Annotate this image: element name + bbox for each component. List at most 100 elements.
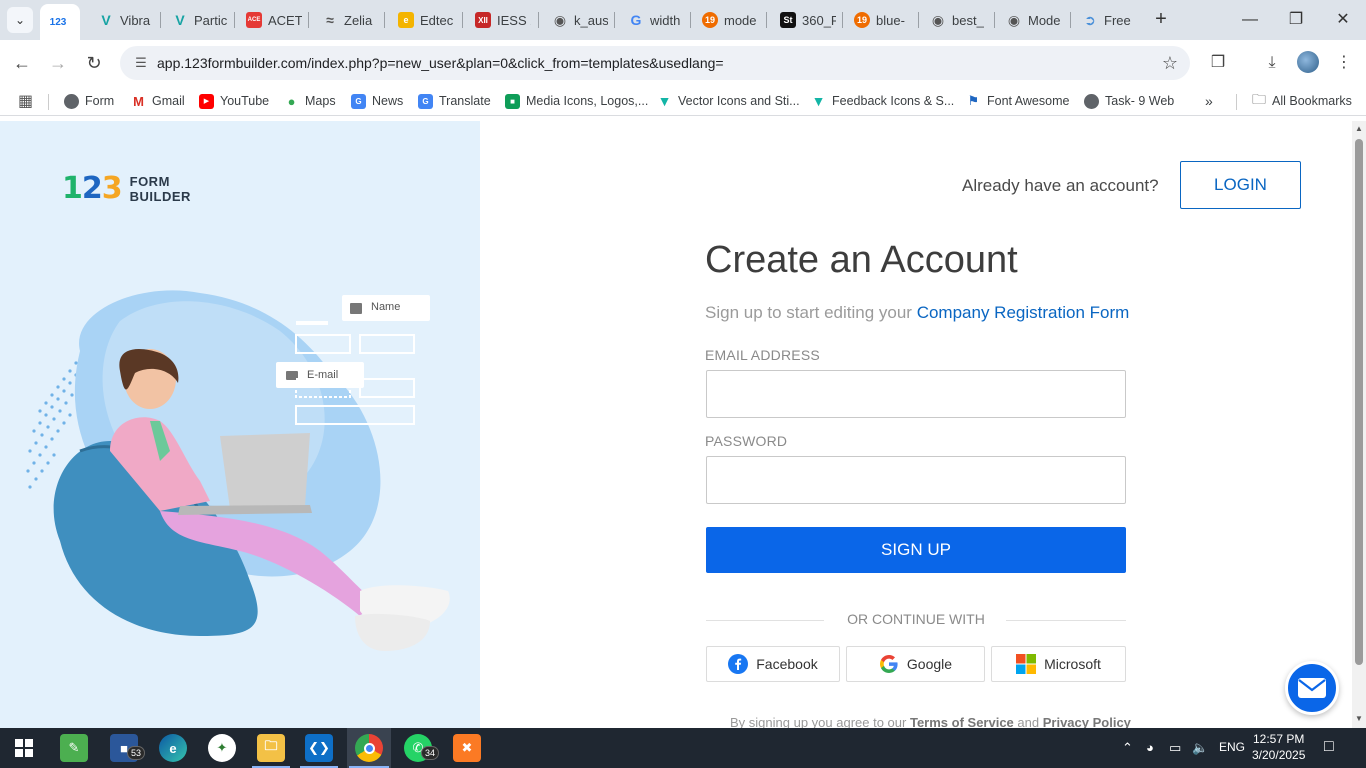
globe-icon: ◉ <box>931 11 945 28</box>
show-hidden-icons-chevron-icon[interactable]: ⌃ <box>1122 740 1133 756</box>
tab-k-aus[interactable]: ◉ k_aus <box>542 6 612 34</box>
minimize-button[interactable]: — <box>1238 8 1262 32</box>
page-scrollbar[interactable]: ▲ ▼ <box>1352 121 1366 728</box>
chrome-icon[interactable] <box>355 734 383 762</box>
clock[interactable]: 12:57 PM 3/20/2025 <box>1252 731 1305 763</box>
more-bookmarks-chevron-icon[interactable]: » <box>1205 92 1213 110</box>
password-label: PASSWORD <box>705 433 788 449</box>
tab-width[interactable]: G width <box>618 6 688 34</box>
email-label: EMAIL ADDRESS <box>705 347 820 363</box>
site-info-icon[interactable]: ☰ <box>132 54 150 72</box>
bookmark-form[interactable]: Form <box>64 92 114 110</box>
bookmark-font-awesome[interactable]: ⚑ Font Awesome <box>966 92 1070 110</box>
profile-avatar[interactable] <box>1297 51 1319 73</box>
password-field[interactable] <box>706 456 1126 504</box>
media-icons-icon: ■ <box>505 93 520 109</box>
tab-360[interactable]: St 360_F <box>770 6 840 34</box>
notifications-icon[interactable]: □ <box>1324 738 1334 756</box>
tab-search-chevron-icon[interactable]: ⌄ <box>7 7 33 33</box>
template-link[interactable]: Company Registration Form <box>917 303 1130 322</box>
bookmark-news[interactable]: G News <box>351 92 403 110</box>
close-window-button[interactable]: ✕ <box>1331 8 1355 32</box>
tab-partic[interactable]: V Partic <box>162 6 232 34</box>
tab-best[interactable]: ◉ best_ <box>920 6 990 34</box>
tab-123formbuilder[interactable]: 123 <box>40 4 80 40</box>
tab-blue[interactable]: 19 blue- <box>844 6 914 34</box>
chat-button[interactable] <box>1285 661 1339 715</box>
globe-icon: ◉ <box>553 11 567 28</box>
all-bookmarks[interactable]: 🗀 All Bookmarks <box>1252 91 1352 110</box>
menu-kebab-icon[interactable]: ⋮ <box>1333 52 1355 74</box>
tab-mode-2[interactable]: ◉ Mode <box>996 6 1066 34</box>
address-bar[interactable]: ☰ app.123formbuilder.com/index.php?p=new… <box>120 46 1190 80</box>
apps-grid-icon[interactable]: ▦ <box>18 92 33 110</box>
tab-vibra[interactable]: V Vibra <box>88 6 158 34</box>
google-label: Google <box>906 656 953 672</box>
facebook-icon <box>728 654 749 674</box>
url-text[interactable]: app.123formbuilder.com/index.php?p=new_u… <box>157 55 724 71</box>
google-button[interactable]: Google <box>846 646 985 682</box>
free-favicon-icon: ➲ <box>1084 11 1096 28</box>
bookmark-star-icon[interactable]: ☆ <box>1162 53 1178 74</box>
xampp-icon[interactable]: ✖ <box>453 734 481 762</box>
tab-iess[interactable]: XII IESS 2 <box>465 6 535 34</box>
bookmark-maps[interactable]: ● Maps <box>284 92 336 110</box>
terms-of-service-link[interactable]: Terms of Service <box>910 715 1014 728</box>
folder-icon: 🗀 <box>1252 91 1266 107</box>
vscode-icon[interactable]: ❮❯ <box>305 734 333 762</box>
notepad-plus-icon[interactable]: ✎ <box>60 734 88 762</box>
clock-time: 12:57 PM <box>1253 732 1305 746</box>
tab-acet[interactable]: ACE ACET <box>236 6 306 34</box>
privacy-policy-link[interactable]: Privacy Policy <box>1043 715 1131 728</box>
volume-icon[interactable]: 🔈 <box>1192 740 1208 756</box>
bookmark-vector-icons[interactable]: ▼ Vector Icons and Sti... <box>657 92 800 110</box>
browser-toolbar: ← → ↻ ☰ app.123formbuilder.com/index.php… <box>0 40 1366 86</box>
facebook-button[interactable]: Facebook <box>706 646 840 682</box>
google-icon <box>879 655 898 673</box>
scroll-thumb[interactable] <box>1355 139 1363 665</box>
tab-zelia[interactable]: ≈ Zelia <box>312 6 382 34</box>
bookmark-translate[interactable]: G Translate <box>418 92 491 110</box>
hero-panel: 123 FORM BUILDER Name E-mail <box>0 121 480 728</box>
bookmark-feedback-icons[interactable]: ▼ Feedback Icons & S... <box>811 92 955 110</box>
extensions-icon[interactable]: ❒ <box>1207 52 1229 74</box>
edge-icon[interactable]: e <box>159 734 187 762</box>
file-explorer-icon[interactable]: 🗀 <box>257 734 285 762</box>
bookmark-task-9-web[interactable]: Task- 9 Web <box>1084 92 1174 110</box>
illustration-name-label: Name <box>371 301 401 313</box>
forward-button[interactable]: → <box>47 52 69 74</box>
illustration-email-label: E-mail <box>307 369 339 381</box>
wifi-icon[interactable]: ◕ <box>1146 740 1154 755</box>
back-button[interactable]: ← <box>11 52 33 74</box>
iess-favicon-icon: XII <box>475 12 491 28</box>
tab-mode[interactable]: 19 mode <box>692 6 762 34</box>
battery-icon[interactable]: ▭ <box>1169 740 1181 756</box>
login-button[interactable]: LOGIN <box>1180 161 1301 209</box>
microsoft-icon <box>1016 654 1037 674</box>
microsoft-button[interactable]: Microsoft <box>991 646 1126 682</box>
restore-button[interactable]: ❐ <box>1284 8 1308 32</box>
tab-edtec[interactable]: e Edtec <box>388 6 458 34</box>
language-indicator[interactable]: ENG <box>1219 740 1245 754</box>
sign-up-button[interactable]: SIGN UP <box>706 527 1126 573</box>
bookmark-media-icons[interactable]: ■ Media Icons, Logos,... <box>505 92 648 110</box>
v-logo-icon: V <box>101 12 111 28</box>
page-content: 123 FORM BUILDER Name E-mail Already hav… <box>0 121 1352 728</box>
scroll-down-icon[interactable]: ▼ <box>1355 714 1363 723</box>
reload-button[interactable]: ↻ <box>83 52 105 74</box>
bookmark-gmail[interactable]: M Gmail <box>131 92 185 110</box>
new-tab-button[interactable]: + <box>1150 8 1172 30</box>
page-title: Create an Account <box>705 239 1018 281</box>
tab-free[interactable]: ➲ Free <box>1072 6 1142 34</box>
flag-icon: ⚑ <box>967 93 980 108</box>
already-have-account-text: Already have an account? <box>962 176 1159 195</box>
email-field[interactable] <box>706 370 1126 418</box>
download-icon[interactable]: ⤓ <box>1261 52 1283 74</box>
taskbar: ✎ ■ 53 e ✦ 🗀 ❮❯ ✆ 34 ✖ ⌃ ◕ ▭ 🔈 ENG 12:57… <box>0 728 1366 768</box>
badge-53: 53 <box>127 746 145 760</box>
windows-start-icon[interactable] <box>10 734 38 762</box>
bookmark-youtube[interactable]: ▶ YouTube <box>199 92 269 110</box>
subtitle-prefix: Sign up to start editing your <box>705 303 912 322</box>
scroll-up-icon[interactable]: ▲ <box>1355 124 1363 133</box>
leaf-app-icon[interactable]: ✦ <box>208 734 236 762</box>
